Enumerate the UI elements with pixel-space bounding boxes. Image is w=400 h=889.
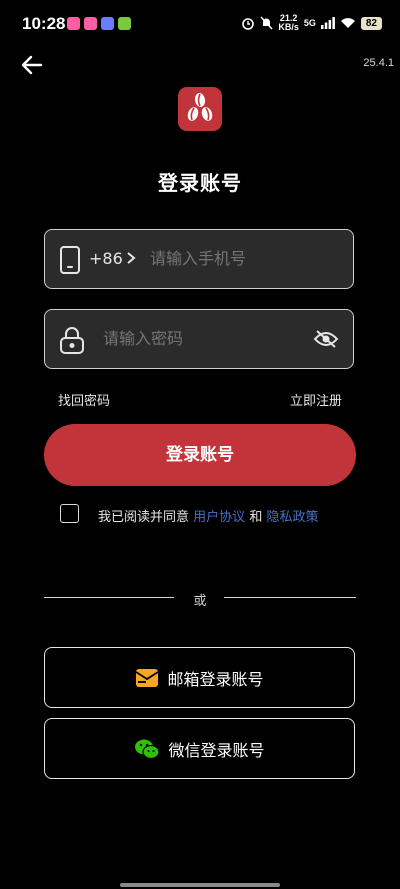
status-indicators: 21.2 KB/s 5G 82	[241, 14, 382, 32]
wechat-icon	[135, 739, 161, 759]
status-bar: 10:28 21.2 KB/s 5G 82	[0, 0, 400, 48]
phone-icon	[60, 246, 80, 274]
signal-icon	[320, 17, 335, 29]
password-input[interactable]	[103, 329, 293, 348]
phone-input[interactable]	[150, 249, 340, 268]
notification-app-icon	[101, 17, 114, 30]
status-time: 10:28	[22, 14, 66, 33]
eye-off-icon[interactable]	[313, 329, 339, 349]
wechat-login-label: 微信登录账号	[168, 740, 265, 760]
back-arrow-icon[interactable]	[18, 52, 46, 78]
battery-indicator: 82	[360, 16, 382, 30]
divider-line	[224, 597, 356, 598]
agreement-row: 我已阅读并同意 用户协议 和 隐私政策	[60, 504, 360, 526]
email-login-label: 邮箱登录账号	[167, 669, 264, 689]
country-code-selector[interactable]: +86	[89, 249, 123, 268]
chevron-right-icon[interactable]	[126, 251, 136, 265]
email-login-button[interactable]: 邮箱登录账号	[44, 647, 355, 708]
home-indicator[interactable]	[120, 883, 280, 887]
signal-label: 5G	[303, 18, 316, 28]
agreement-checkbox[interactable]	[60, 504, 79, 523]
agreement-conjunction: 和	[249, 510, 263, 525]
notification-app-icon	[67, 17, 80, 30]
notification-app-icon	[118, 17, 131, 30]
lock-icon	[60, 327, 84, 354]
network-speed: 21.2 KB/s	[278, 13, 299, 32]
app-logo	[178, 87, 222, 131]
register-link[interactable]: 立即注册	[290, 390, 342, 409]
wifi-icon	[340, 18, 355, 28]
email-icon	[136, 668, 159, 687]
forgot-password-link[interactable]: 找回密码	[58, 390, 110, 409]
privacy-policy-link[interactable]: 隐私政策	[266, 510, 318, 525]
alarm-icon	[242, 18, 255, 30]
app-version: 25.4.1	[363, 57, 394, 69]
wechat-login-button[interactable]: 微信登录账号	[44, 718, 355, 779]
page-title: 登录账号	[158, 171, 242, 195]
coffee-beans-icon	[187, 93, 213, 121]
agreement-prefix: 我已阅读并同意	[98, 510, 190, 525]
mute-bell-icon	[260, 16, 273, 30]
phone-field[interactable]: +86	[44, 229, 354, 289]
password-field[interactable]	[44, 309, 354, 369]
login-button[interactable]: 登录账号	[44, 424, 356, 486]
user-agreement-link[interactable]: 用户协议	[193, 510, 245, 525]
agreement-text: 我已阅读并同意 用户协议 和 隐私政策	[98, 506, 318, 525]
notification-app-icon	[84, 17, 97, 30]
divider-or-text: 或	[193, 594, 207, 609]
